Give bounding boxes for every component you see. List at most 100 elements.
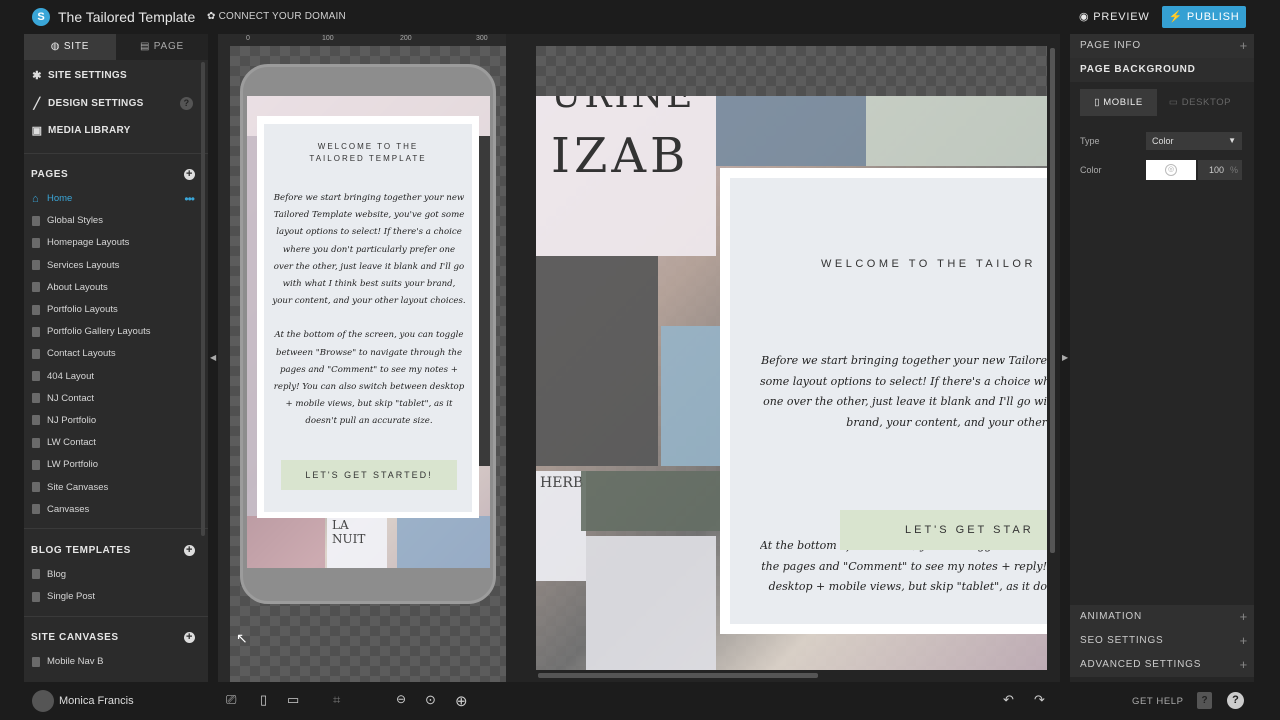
collage-photo [397, 516, 490, 568]
page-info-label: PAGE INFO [1080, 40, 1141, 51]
page-item[interactable]: NJ Contact [24, 387, 208, 409]
help-book-icon[interactable]: ? [1197, 692, 1212, 709]
preview-button[interactable]: ◉ PREVIEW [1079, 10, 1150, 23]
canvas-item[interactable]: Mobile Nav B [24, 651, 208, 673]
page-item-home[interactable]: ⌂ Home ••• [24, 188, 208, 210]
page-icon [32, 459, 40, 470]
responsive-view-icon[interactable]: ⎚ [226, 692, 236, 708]
mobile-get-started-button[interactable]: LET'S GET STARTED! [281, 460, 457, 490]
page-item[interactable]: Portfolio Layouts [24, 298, 208, 320]
background-type-select[interactable]: Color ▼ [1146, 132, 1242, 150]
site-settings-label: SITE SETTINGS [48, 70, 127, 82]
page-item[interactable]: NJ Portfolio [24, 409, 208, 431]
page-icon [32, 504, 40, 515]
expand-icon[interactable]: + [1240, 34, 1248, 58]
design-settings-label: DESIGN SETTINGS [48, 97, 144, 109]
seo-settings-row[interactable]: SEO SETTINGS + [1070, 629, 1254, 653]
redo-icon[interactable]: ↷ [1034, 692, 1045, 708]
collage-text: IZAB [551, 128, 690, 184]
page-item-label: Contact Layouts [47, 348, 116, 360]
add-page-icon[interactable]: + [184, 169, 195, 180]
collapse-right-icon[interactable]: ▶ [1062, 353, 1068, 362]
page-icon [32, 437, 40, 448]
connect-domain-button[interactable]: ✿ CONNECT YOUR DOMAIN [207, 11, 346, 22]
site-canvases-header: SITE CANVASES + [24, 625, 208, 651]
page-info-row[interactable]: PAGE INFO + [1070, 34, 1254, 58]
desktop-get-started-button[interactable]: LET'S GET STAR [840, 510, 1047, 550]
add-canvas-icon[interactable]: + [184, 632, 195, 644]
page-background-label: PAGE BACKGROUND [1080, 64, 1196, 75]
tab-page[interactable]: ▤ PAGE [116, 34, 208, 60]
user-name: Monica Francis [59, 695, 134, 707]
page-item[interactable]: LW Portfolio [24, 454, 208, 476]
more-icon[interactable]: ••• [184, 192, 195, 206]
type-value: Color [1152, 136, 1174, 146]
home-icon: ⌂ [32, 192, 39, 205]
undo-icon[interactable]: ↶ [1003, 692, 1014, 708]
desktop-view-icon[interactable]: ▭ [287, 692, 299, 708]
page-item[interactable]: Global Styles [24, 210, 208, 232]
page-icon [32, 304, 40, 315]
color-label: Color [1080, 165, 1102, 175]
chat-help-icon[interactable]: ? [1227, 692, 1244, 709]
animation-row[interactable]: ANIMATION + [1070, 605, 1254, 629]
zoom-out-icon[interactable]: ⊖ [396, 692, 406, 706]
canvas-horizontal-scrollbar[interactable] [538, 673, 818, 678]
page-item[interactable]: Services Layouts [24, 254, 208, 276]
blog-item-label: Single Post [47, 591, 96, 603]
page-item[interactable]: LW Contact [24, 432, 208, 454]
color-picker[interactable]: ◎ [1146, 160, 1196, 180]
help-icon[interactable]: ? [180, 96, 193, 110]
page-item-label: Site Canvases [47, 481, 109, 493]
wordpress-icon [32, 591, 40, 602]
page-item-label: Portfolio Gallery Layouts [47, 326, 151, 338]
media-library-item[interactable]: ▣ MEDIA LIBRARY [24, 117, 208, 145]
page-item[interactable]: Portfolio Gallery Layouts [24, 321, 208, 343]
canvas-vertical-scrollbar[interactable] [1050, 48, 1055, 553]
site-canvases-label: SITE CANVASES [31, 632, 119, 644]
advanced-settings-row[interactable]: ADVANCED SETTINGS + [1070, 653, 1254, 677]
tab-desktop-label: DESKTOP [1181, 97, 1232, 108]
publish-button[interactable]: ⚡ PUBLISH [1162, 6, 1246, 28]
tab-site-label: SITE [63, 41, 90, 52]
blog-item[interactable]: Single Post [24, 586, 208, 608]
zoom-in-icon[interactable]: ⊕ [455, 692, 468, 710]
avatar[interactable] [32, 690, 54, 712]
collapse-left-icon[interactable]: ◀ [210, 353, 216, 362]
lightning-icon: ⚡ [1168, 11, 1187, 23]
user-bar[interactable]: Monica Francis [24, 684, 208, 720]
site-settings-item[interactable]: ✱ SITE SETTINGS [24, 62, 208, 90]
sidebar-scrollbar[interactable] [201, 62, 205, 536]
expand-icon[interactable]: + [1240, 629, 1248, 653]
page-item[interactable]: Homepage Layouts [24, 232, 208, 254]
expand-icon[interactable]: + [1240, 605, 1248, 629]
connect-domain-label: CONNECT YOUR DOMAIN [218, 11, 346, 22]
publish-label: PUBLISH [1186, 11, 1240, 23]
expand-icon[interactable]: + [1240, 653, 1248, 677]
logo-icon[interactable]: S [32, 8, 50, 26]
page-item[interactable]: Site Canvases [24, 476, 208, 498]
ruler-tick: 0 [246, 35, 250, 42]
page-item[interactable]: Canvases [24, 498, 208, 520]
page-item-label: Global Styles [47, 215, 103, 227]
page-item[interactable]: 404 Layout [24, 365, 208, 387]
opacity-input[interactable]: 100% [1198, 160, 1242, 180]
grid-icon[interactable]: ⌗ [333, 692, 340, 708]
animation-label: ANIMATION [1080, 611, 1143, 622]
collage-photo [661, 326, 721, 466]
page-item[interactable]: Contact Layouts [24, 343, 208, 365]
tab-mobile[interactable]: ▯ MOBILE [1080, 89, 1157, 116]
page-item-label: Home [47, 193, 73, 205]
horizontal-ruler: 0 100 200 300 [230, 34, 506, 46]
page-icon: ▤ [139, 41, 154, 52]
zoom-reset-icon[interactable]: ⊙ [425, 692, 436, 708]
design-settings-item[interactable]: ╱ DESIGN SETTINGS? [24, 90, 208, 118]
get-help-link[interactable]: GET HELP [1132, 696, 1184, 707]
mobile-view-icon[interactable]: ▯ [260, 692, 267, 708]
add-blog-icon[interactable]: + [184, 544, 195, 556]
page-item[interactable]: About Layouts [24, 276, 208, 298]
tab-desktop[interactable]: ▭ DESKTOP [1157, 89, 1243, 116]
blog-item[interactable]: Blog [24, 563, 208, 585]
tab-site[interactable]: ◍ SITE [24, 34, 116, 60]
pages-header: PAGES + [24, 162, 208, 188]
